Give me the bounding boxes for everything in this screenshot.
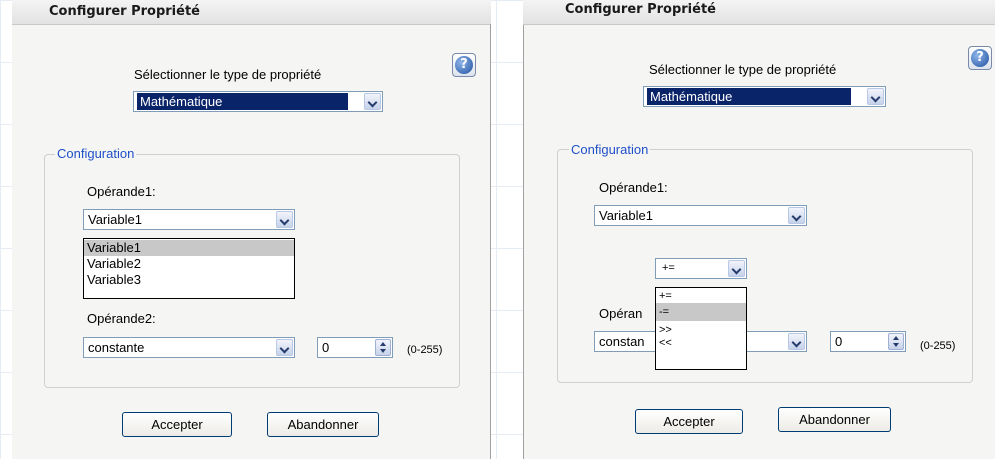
operator-select[interactable]: += [655, 258, 747, 279]
list-item[interactable]: += [656, 290, 746, 303]
chevron-down-icon[interactable] [867, 88, 884, 105]
operand1-value: Variable1 [88, 212, 142, 227]
list-item[interactable]: Variable3 [84, 272, 294, 288]
operand1-dropdown-list[interactable]: Variable1 Variable2 Variable3 [83, 238, 295, 299]
dialog-title: Configurer Propriété [565, 2, 716, 17]
property-type-select[interactable]: Mathématique [133, 91, 383, 112]
operand1-label: Opérande1: [87, 184, 156, 199]
range-label: (0-255) [407, 344, 443, 356]
configuration-legend: Configuration [55, 146, 137, 161]
chevron-down-icon[interactable] [788, 333, 805, 350]
dialog-title: Configurer Propriété [49, 4, 200, 19]
operator-dropdown-list[interactable]: += -= >> << [655, 287, 747, 370]
chevron-down-icon[interactable] [276, 339, 293, 356]
constant-value: 0 [835, 334, 843, 349]
constant-spinner[interactable]: 0 [830, 331, 906, 352]
constant-value: 0 [322, 340, 330, 355]
property-type-label: Sélectionner le type de propriété [134, 67, 322, 82]
range-label: (0-255) [920, 340, 956, 352]
list-item[interactable]: Variable1 [84, 240, 294, 256]
operator-value: += [662, 262, 675, 274]
spinner-arrows-icon[interactable] [375, 339, 391, 356]
chevron-down-icon[interactable] [788, 207, 805, 224]
title-bar: Configurer Propriété [523, 0, 995, 25]
list-item[interactable]: >> [656, 324, 746, 337]
operand2-select[interactable]: constante [83, 337, 295, 358]
dialog-right-edge [490, 24, 491, 459]
operand2-value: constan [599, 334, 645, 349]
help-icon[interactable]: ? [452, 53, 476, 77]
chevron-down-icon[interactable] [276, 211, 293, 228]
list-item[interactable]: -= [656, 303, 746, 321]
dialog-left: Configurer Propriété ? Sélectionner le t… [12, 0, 491, 459]
property-type-label: Sélectionner le type de propriété [649, 62, 837, 77]
chevron-down-icon[interactable] [728, 260, 745, 277]
help-icon[interactable]: ? [968, 46, 992, 70]
operand1-select[interactable]: Variable1 [83, 209, 295, 230]
operand2-label: Opérande2: [87, 311, 156, 326]
help-glyph: ? [455, 56, 473, 74]
dialog-left-edge [523, 24, 524, 459]
property-type-select[interactable]: Mathématique [643, 86, 886, 107]
property-type-value: Mathématique [647, 88, 851, 105]
accept-button[interactable]: Accepter [122, 412, 232, 437]
list-item[interactable]: Variable2 [84, 256, 294, 272]
list-item[interactable]: << [656, 337, 746, 350]
configuration-legend: Configuration [569, 142, 651, 157]
operand1-label: Opérande1: [599, 180, 668, 195]
dialog-right: Configurer Propriété ? Sélectionner le t… [523, 0, 995, 459]
property-type-value: Mathématique [137, 93, 348, 110]
chevron-down-icon[interactable] [364, 93, 381, 110]
cancel-button[interactable]: Abandonner [267, 412, 379, 437]
spinner-arrows-icon[interactable] [888, 333, 904, 350]
operand1-select[interactable]: Variable1 [594, 205, 807, 226]
cancel-button[interactable]: Abandonner [778, 407, 891, 432]
title-bar: Configurer Propriété [12, 0, 491, 25]
operand1-value: Variable1 [599, 208, 653, 223]
operand2-label: Opéran [599, 306, 643, 321]
operand2-value: constante [88, 340, 145, 355]
accept-button[interactable]: Accepter [635, 409, 743, 434]
help-glyph: ? [971, 49, 989, 67]
constant-spinner[interactable]: 0 [317, 337, 393, 358]
